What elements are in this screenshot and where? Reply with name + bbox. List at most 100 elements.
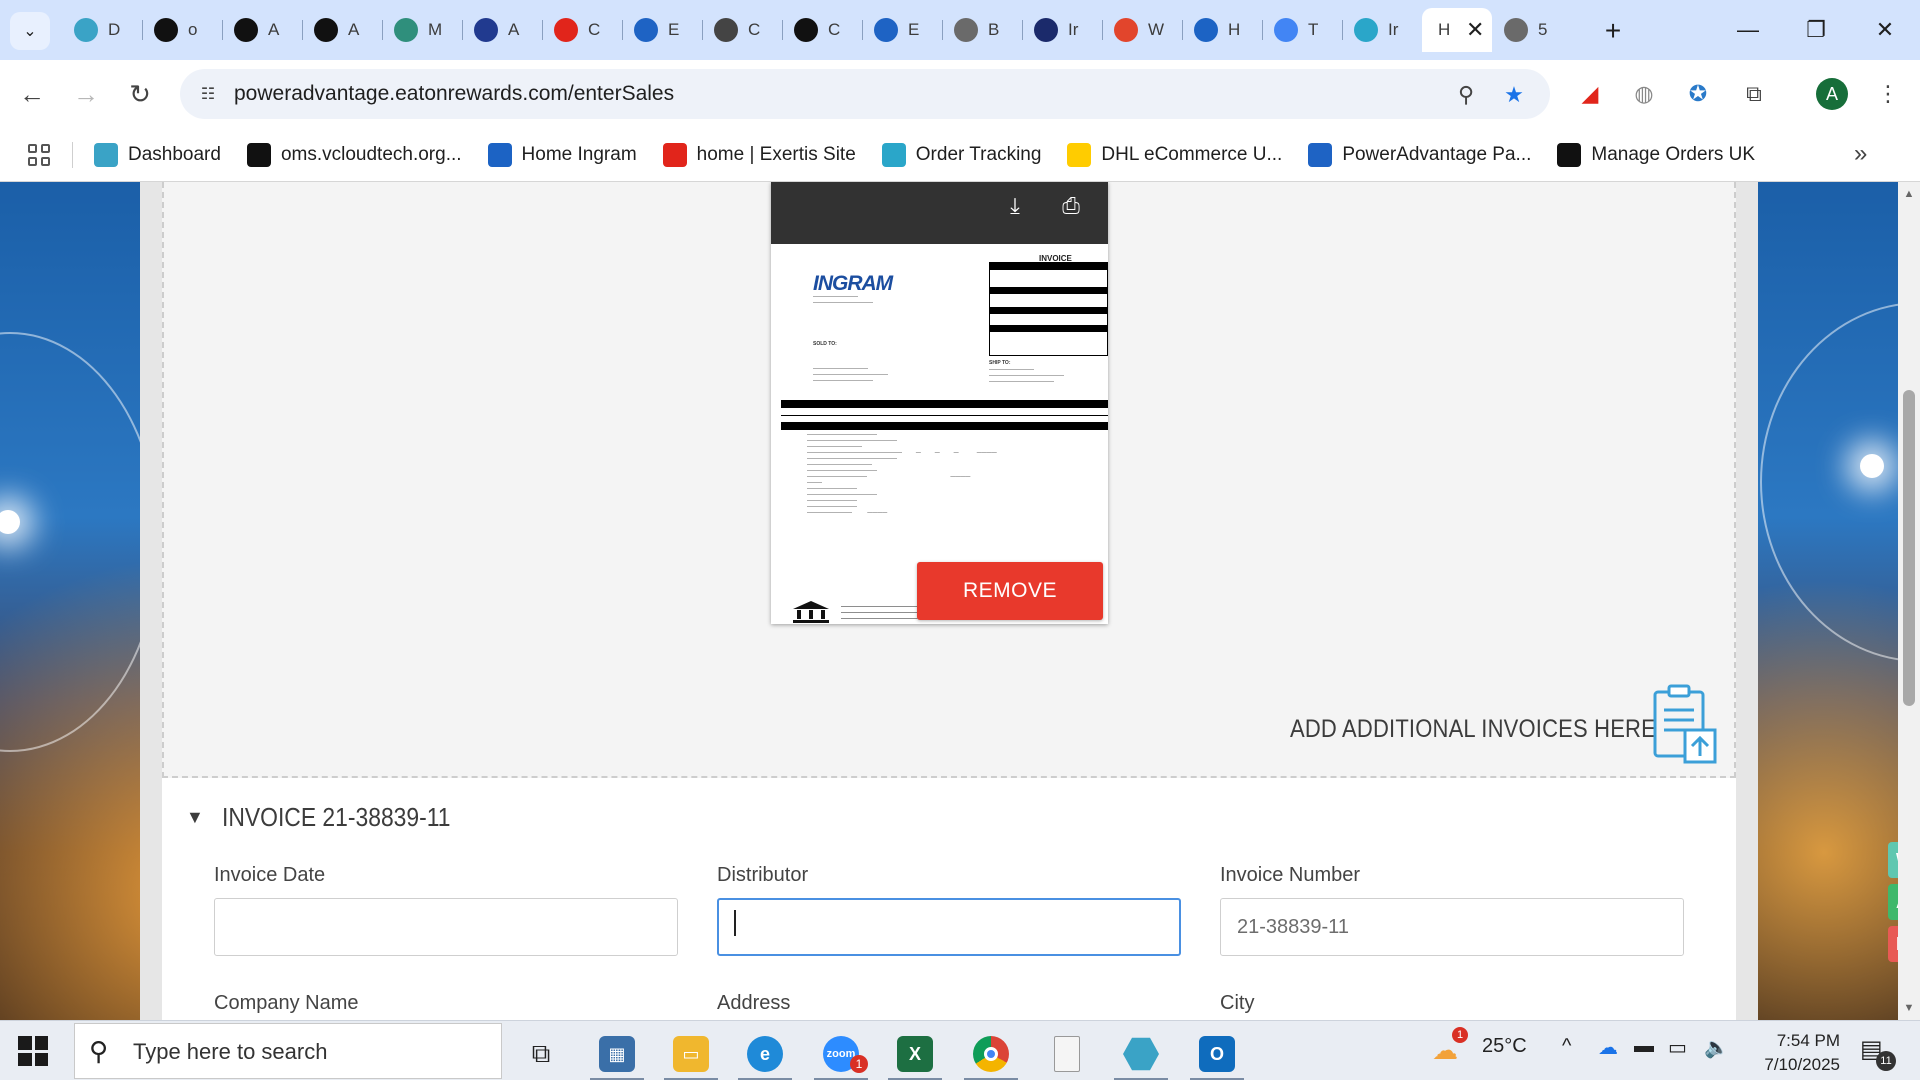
- card-edge: [140, 182, 162, 1020]
- browser-tab[interactable]: 5: [1492, 8, 1572, 52]
- zoom-icon[interactable]: ⚲: [1452, 81, 1480, 109]
- bookmark-label: PowerAdvantage Pa...: [1342, 144, 1532, 165]
- browser-tab[interactable]: B: [942, 8, 1022, 52]
- notepad-app[interactable]: [1032, 1027, 1102, 1080]
- outlook-app[interactable]: O: [1182, 1027, 1252, 1080]
- scroll-down-arrow[interactable]: ▼: [1898, 998, 1920, 1018]
- browser-tab[interactable]: E: [622, 8, 702, 52]
- taskbar-search-placeholder: Type here to search: [133, 1039, 328, 1064]
- tab-strip: ⌄ Do A A M A C E C C E B Ir W H T Ir H ✕ 5 + — ❐ ✕: [0, 0, 1920, 60]
- dhl-icon: [1067, 143, 1092, 167]
- download-button[interactable]: ⤓: [997, 188, 1033, 224]
- start-button[interactable]: [18, 1036, 48, 1066]
- clock-time: 7:54 PM: [1776, 1031, 1840, 1050]
- browser-tab[interactable]: M: [382, 8, 462, 52]
- distributor-input[interactable]: [717, 898, 1181, 956]
- address-bar[interactable]: ☷ poweradvantage.eatonrewards.com/enterS…: [180, 69, 1550, 119]
- vpn-extension-icon[interactable]: ✪: [1682, 78, 1714, 110]
- hexagon-icon: [74, 18, 98, 42]
- bookmark-item[interactable]: PowerAdvantage Pa...: [1308, 143, 1531, 167]
- show-hidden-icons-icon[interactable]: ^: [1562, 1035, 1571, 1058]
- browser-tab[interactable]: Ir: [1342, 8, 1422, 52]
- print-button[interactable]: ⎙: [1053, 188, 1089, 224]
- bookmark-star-icon[interactable]: ★: [1500, 81, 1528, 109]
- chrome-app[interactable]: [956, 1027, 1026, 1080]
- bookmark-item[interactable]: Dashboard: [94, 143, 221, 167]
- system-clock[interactable]: 7:54 PM 7/10/2025: [1740, 1029, 1840, 1077]
- tab-title: H: [1438, 20, 1451, 39]
- page-scrollbar[interactable]: ▲ ▼: [1898, 182, 1920, 1020]
- browser-tab[interactable]: E: [862, 8, 942, 52]
- taskbar-search[interactable]: ⚲ Type here to search: [74, 1023, 502, 1079]
- bookmark-list: Dashboard oms.vcloudtech.org... Home Ingra…: [94, 128, 1781, 182]
- e-logo-icon: [634, 18, 658, 42]
- url-text[interactable]: poweradvantage.eatonrewards.com/enterSal…: [234, 82, 674, 106]
- globe-extension-icon[interactable]: ◍: [1628, 78, 1660, 110]
- edge-app[interactable]: e: [730, 1027, 800, 1080]
- browser-tab[interactable]: o: [142, 8, 222, 52]
- browser-tab[interactable]: W: [1102, 8, 1182, 52]
- bookmark-item[interactable]: DHL eCommerce U...: [1067, 143, 1282, 167]
- bookmark-item[interactable]: Order Tracking: [881, 143, 1041, 167]
- browser-tab[interactable]: H: [1182, 8, 1262, 52]
- arrow-logo-icon: [474, 18, 498, 42]
- bookmark-item[interactable]: home | Exertis Site: [662, 143, 856, 167]
- amazon-icon: [1557, 143, 1582, 167]
- task-view-button[interactable]: ⧉: [506, 1027, 576, 1080]
- network-icon[interactable]: ▭: [1668, 1035, 1687, 1060]
- weather-temperature[interactable]: 25°C: [1482, 1035, 1527, 1058]
- chevron-down-icon[interactable]: ▼: [186, 807, 204, 828]
- back-button[interactable]: ←: [12, 74, 52, 114]
- bookmark-item[interactable]: oms.vcloudtech.org...: [246, 143, 462, 167]
- calculator-app[interactable]: ▦: [582, 1027, 652, 1080]
- browser-tab[interactable]: T: [1262, 8, 1342, 52]
- invoice-number-input[interactable]: [1220, 898, 1684, 956]
- onedrive-icon[interactable]: ☁: [1598, 1035, 1618, 1060]
- browser-tab[interactable]: Ir: [1022, 8, 1102, 52]
- bookmark-item[interactable]: Home Ingram: [487, 143, 637, 167]
- doc-table-header: [781, 400, 1108, 408]
- browser-tab[interactable]: C: [542, 8, 622, 52]
- exertis-icon: [662, 143, 687, 167]
- forward-button[interactable]: →: [66, 74, 106, 114]
- scroll-up-arrow[interactable]: ▲: [1898, 184, 1920, 204]
- browser-tab[interactable]: D: [62, 8, 142, 52]
- file-explorer-app[interactable]: ▭: [656, 1027, 726, 1080]
- browser-tab[interactable]: A: [462, 8, 542, 52]
- extensions-puzzle-icon[interactable]: ⧉: [1738, 78, 1770, 110]
- browser-tab[interactable]: A: [302, 8, 382, 52]
- close-window-button[interactable]: ✕: [1860, 10, 1910, 50]
- bookmark-item[interactable]: Manage Orders UK: [1557, 143, 1755, 167]
- apps-grid-icon[interactable]: [24, 140, 54, 170]
- restore-button[interactable]: ❐: [1791, 10, 1841, 50]
- excel-app[interactable]: X: [880, 1027, 950, 1080]
- scrollbar-thumb[interactable]: [1903, 390, 1915, 706]
- document-icon: [1054, 1036, 1080, 1072]
- profile-avatar[interactable]: A: [1816, 78, 1848, 110]
- zoom-badge: 1: [850, 1055, 868, 1073]
- new-tab-button[interactable]: +: [1596, 14, 1630, 48]
- remove-invoice-button[interactable]: REMOVE: [917, 562, 1103, 620]
- browser-menu-icon[interactable]: ⋮: [1872, 78, 1904, 110]
- more-bookmarks-icon[interactable]: »: [1854, 140, 1867, 168]
- hexagon-app[interactable]: [1106, 1027, 1176, 1080]
- volume-icon[interactable]: 🔈: [1704, 1035, 1729, 1060]
- add-invoices-label[interactable]: ADD ADDITIONAL INVOICES HERE: [1290, 715, 1656, 744]
- minimize-button[interactable]: —: [1723, 10, 1773, 50]
- pdf-extension-icon[interactable]: ◢: [1574, 78, 1606, 110]
- clipboard-upload-icon[interactable]: [1652, 684, 1718, 764]
- browser-tab[interactable]: C: [782, 8, 862, 52]
- invoice-section-header[interactable]: ▼ INVOICE 21-38839-11: [186, 802, 482, 833]
- doc-items-header: [781, 422, 1108, 430]
- invoice-date-input[interactable]: [214, 898, 678, 956]
- site-info-icon[interactable]: ☷: [194, 80, 222, 108]
- browser-tab[interactable]: A: [222, 8, 302, 52]
- close-tab-icon[interactable]: ✕: [1466, 17, 1484, 43]
- battery-icon[interactable]: ▬: [1634, 1035, 1654, 1058]
- tab-active[interactable]: H ✕: [1422, 8, 1492, 52]
- reload-button[interactable]: ↻: [120, 74, 160, 114]
- reload-icon: ↻: [129, 78, 151, 109]
- tab-search-button[interactable]: ⌄: [10, 12, 50, 50]
- browser-tab[interactable]: C: [702, 8, 782, 52]
- zoom-app[interactable]: zoom 1: [806, 1027, 876, 1080]
